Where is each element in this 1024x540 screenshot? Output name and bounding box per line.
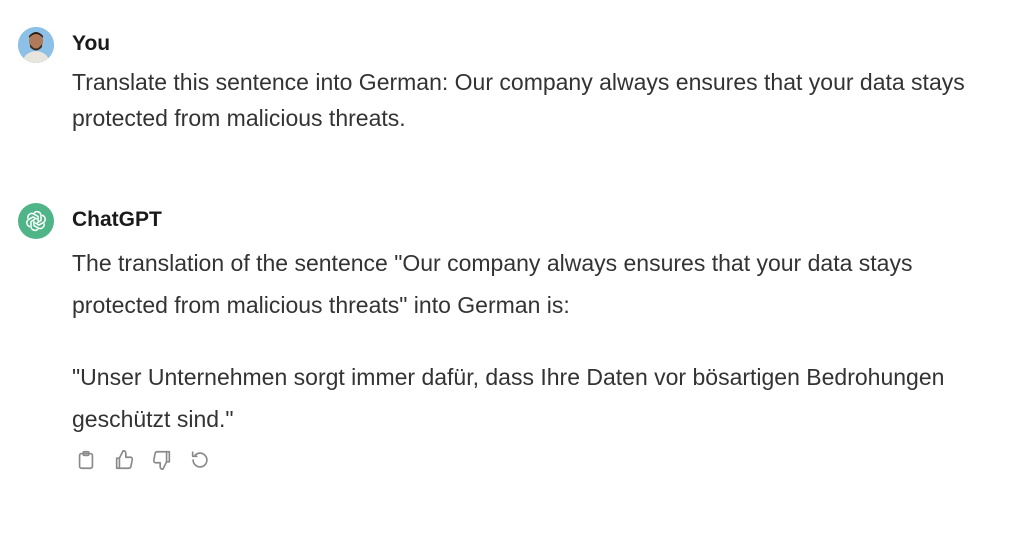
assistant-paragraph: "Unser Unternehmen sorgt immer dafür, da… <box>72 364 945 432</box>
assistant-avatar <box>18 203 54 239</box>
assistant-author-name: ChatGPT <box>72 208 162 231</box>
dislike-button[interactable] <box>150 448 174 472</box>
user-message-text: Translate this sentence into German: Our… <box>72 69 965 131</box>
user-avatar <box>18 27 54 63</box>
thumbs-up-icon <box>115 450 134 470</box>
message-actions <box>74 448 212 472</box>
regenerate-button[interactable] <box>188 448 212 472</box>
openai-logo-icon <box>26 210 46 232</box>
thumbs-down-icon <box>152 450 171 470</box>
like-button[interactable] <box>112 448 136 472</box>
user-author-name: You <box>72 32 111 55</box>
clipboard-icon <box>78 450 94 470</box>
assistant-paragraph: The translation of the sentence "Our com… <box>72 250 913 318</box>
regenerate-icon <box>191 451 208 468</box>
assistant-message-text: The translation of the sentence "Our com… <box>72 242 1008 440</box>
user-photo-icon <box>18 27 54 63</box>
copy-button[interactable] <box>74 448 98 472</box>
